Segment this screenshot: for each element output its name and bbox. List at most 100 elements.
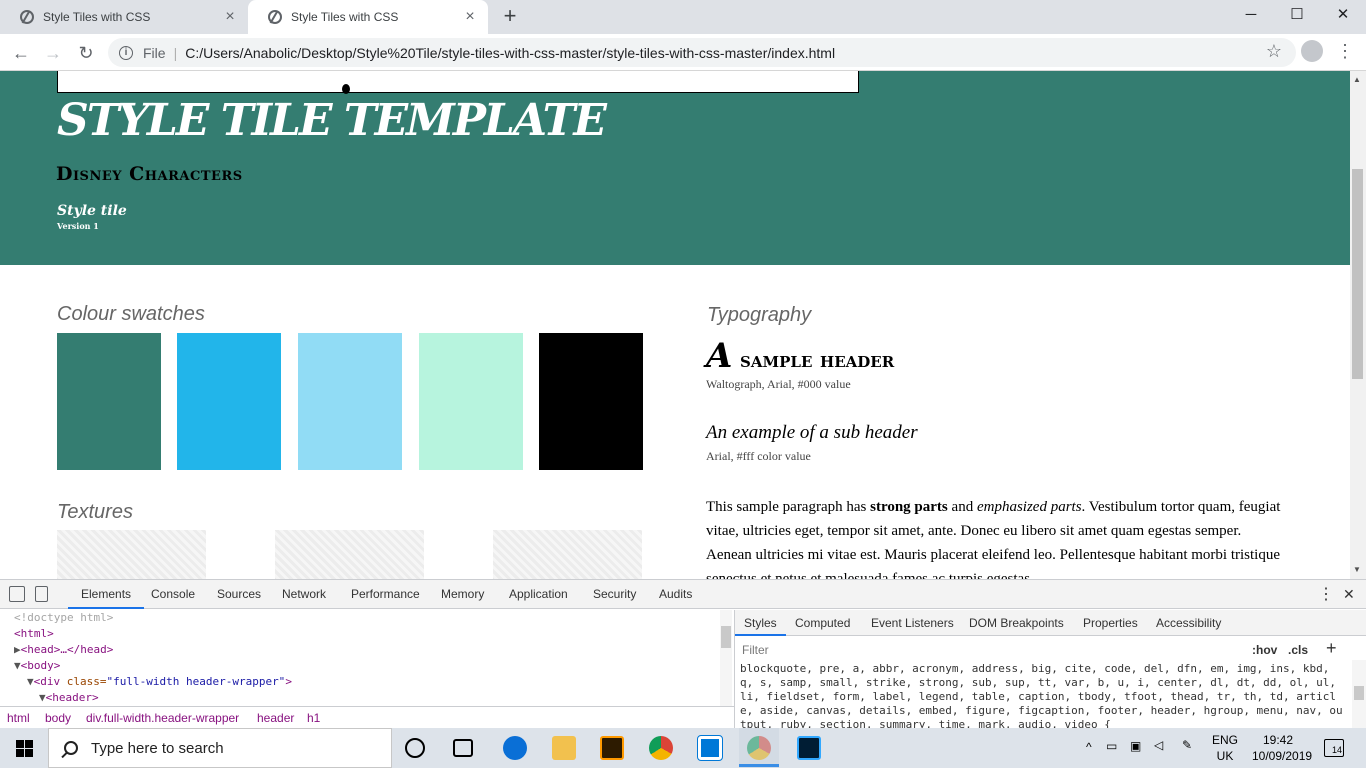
address-bar[interactable]: i File | C:/Users/Anabolic/Desktop/Style… (108, 38, 1296, 67)
class-toggle[interactable]: .cls (1288, 643, 1308, 657)
scrollbar-thumb[interactable] (1352, 169, 1363, 379)
info-icon[interactable]: i (119, 45, 133, 60)
scroll-down-arrow[interactable]: ▼ (1353, 565, 1361, 574)
breadcrumb-div[interactable]: div.full-width.header-wrapper (86, 707, 239, 729)
profile-avatar[interactable] (1301, 40, 1323, 62)
breadcrumb-html[interactable]: html (7, 707, 30, 729)
clock-date: 10/09/2019 (1252, 749, 1313, 763)
dom-div-tag: <div (33, 675, 67, 688)
browser-menu-icon[interactable]: ⋮ (1336, 40, 1354, 64)
breadcrumb-h1[interactable]: h1 (307, 707, 320, 729)
collapse-triangle-icon[interactable]: ▼ (39, 691, 46, 704)
dom-header-text: <header> (45, 691, 99, 704)
styles-filter-input[interactable]: Filter (742, 643, 769, 657)
style-rule-selector[interactable]: blockquote, pre, a, abbr, acronym, addre… (740, 662, 1348, 732)
swatch-3 (298, 333, 402, 470)
dom-html[interactable]: <html> (14, 626, 54, 642)
taskbar: Type here to search ^ ▭ ▣ ◁ ✎ ENG UK 19:… (0, 728, 1366, 768)
styles-tab-styles[interactable]: Styles (735, 610, 786, 636)
devtools-tab-audits[interactable]: Audits (659, 580, 692, 609)
inspect-element-icon[interactable] (9, 586, 25, 602)
frame-mark (342, 84, 350, 94)
windows-start-button[interactable] (0, 728, 48, 768)
dom-body[interactable]: ▼<body> (14, 658, 60, 674)
clock[interactable]: 19:42 10/09/2019 (1252, 732, 1313, 764)
expand-triangle-icon[interactable]: ▶ (14, 643, 21, 656)
tab-title: Style Tiles with CSS (291, 10, 399, 24)
styles-tab-computed[interactable]: Computed (795, 610, 850, 636)
page-scrollbar[interactable]: ▲ ▼ (1350, 71, 1366, 579)
devtools-tab-security[interactable]: Security (593, 580, 636, 609)
devtools-menu-icon[interactable]: ⋮ (1318, 580, 1334, 609)
styles-tab-accessibility[interactable]: Accessibility (1156, 610, 1221, 636)
collapse-triangle-icon[interactable]: ▼ (27, 675, 34, 688)
page-viewport: STYLE TILE TEMPLATE Disney Characters St… (0, 71, 1350, 579)
forward-button[interactable]: → (40, 40, 66, 66)
dom-div[interactable]: ▼<div class="full-width header-wrapper"> (27, 674, 292, 690)
illustrator-icon[interactable] (600, 736, 624, 760)
device-toolbar-icon[interactable] (35, 586, 48, 602)
para-mid: and (947, 499, 977, 515)
task-view-icon[interactable] (453, 739, 473, 757)
active-app-highlight (739, 728, 779, 768)
photoshop-icon[interactable] (797, 736, 821, 760)
notification-center-icon[interactable]: 14 (1324, 739, 1344, 757)
devtools-tab-sources[interactable]: Sources (217, 580, 261, 609)
show-hidden-icons-icon[interactable]: ^ (1086, 740, 1092, 754)
back-button[interactable]: ← (8, 40, 34, 66)
swatch-1 (57, 333, 161, 470)
close-tab-icon[interactable]: × (222, 9, 238, 25)
edge-browser-icon[interactable] (503, 736, 527, 760)
browser-tab-2[interactable]: Style Tiles with CSS × (248, 0, 488, 34)
maximize-button[interactable]: ☐ (1274, 0, 1320, 30)
start-icon-part (25, 740, 33, 748)
devtools-tab-performance[interactable]: Performance (351, 580, 420, 609)
url-text[interactable]: C:/Users/Anabolic/Desktop/Style%20Tile/s… (185, 45, 835, 61)
battery-icon[interactable]: ▭ (1106, 739, 1117, 753)
browser-tab-1[interactable]: Style Tiles with CSS × (0, 0, 248, 34)
collapse-triangle-icon[interactable]: ▼ (14, 659, 21, 672)
para-strong: strong parts (870, 499, 948, 515)
styles-scrollbar-thumb[interactable] (1354, 686, 1364, 700)
taskbar-search-box[interactable]: Type here to search (48, 728, 392, 768)
devtools-tab-console[interactable]: Console (151, 580, 195, 609)
devtools-tab-network[interactable]: Network (282, 580, 326, 609)
dom-head[interactable]: ▶<head>…</head> (14, 642, 113, 658)
reload-button[interactable]: ↻ (73, 40, 99, 66)
scroll-up-arrow[interactable]: ▲ (1353, 75, 1361, 84)
minimize-button[interactable]: ─ (1228, 0, 1274, 30)
browser-toolbar: ← → ↻ i File | C:/Users/Anabolic/Desktop… (0, 34, 1366, 71)
clock-time: 19:42 (1262, 733, 1294, 747)
styles-tab-event-listeners[interactable]: Event Listeners (871, 610, 954, 636)
subheader-note: Arial, #fff color value (706, 449, 811, 463)
pen-icon[interactable]: ✎ (1182, 738, 1192, 752)
breadcrumb-header[interactable]: header (257, 707, 294, 729)
devtools-close-icon[interactable]: ✕ (1343, 580, 1355, 609)
dom-doctype[interactable]: <!doctype html> (14, 610, 113, 626)
devtools-tab-elements[interactable]: Elements (68, 580, 145, 609)
cortana-icon[interactable] (405, 738, 425, 758)
styles-tab-properties[interactable]: Properties (1083, 610, 1138, 636)
file-explorer-icon[interactable] (552, 736, 576, 760)
volume-icon[interactable]: ◁ (1154, 738, 1163, 752)
dom-scrollbar[interactable] (720, 610, 732, 706)
sample-header-note: Waltograph, Arial, #000 value (706, 377, 851, 391)
new-style-rule-button[interactable]: + (1326, 638, 1337, 659)
dom-scrollbar-thumb[interactable] (721, 626, 731, 648)
store-app-icon[interactable] (697, 735, 723, 761)
language-indicator[interactable]: ENG UK (1212, 732, 1238, 764)
dom-header[interactable]: ▼<header> (39, 690, 99, 706)
devtools-tab-memory[interactable]: Memory (441, 580, 484, 609)
breadcrumb-body[interactable]: body (45, 707, 71, 729)
close-window-button[interactable]: ✕ (1320, 0, 1366, 30)
styles-tab-dom-breakpoints[interactable]: DOM Breakpoints (969, 610, 1064, 636)
devtools-tab-application[interactable]: Application (509, 580, 568, 609)
hover-state-toggle[interactable]: :hov (1252, 643, 1277, 657)
bookmark-star-icon[interactable]: ☆ (1266, 41, 1282, 62)
chrome-icon[interactable] (649, 736, 673, 760)
new-tab-button[interactable]: + (498, 5, 522, 29)
devtools-panel: Elements Console Sources Network Perform… (0, 579, 1366, 731)
close-tab-icon[interactable]: × (462, 9, 478, 25)
network-icon[interactable]: ▣ (1130, 739, 1141, 753)
styles-scrollbar[interactable] (1352, 660, 1366, 729)
